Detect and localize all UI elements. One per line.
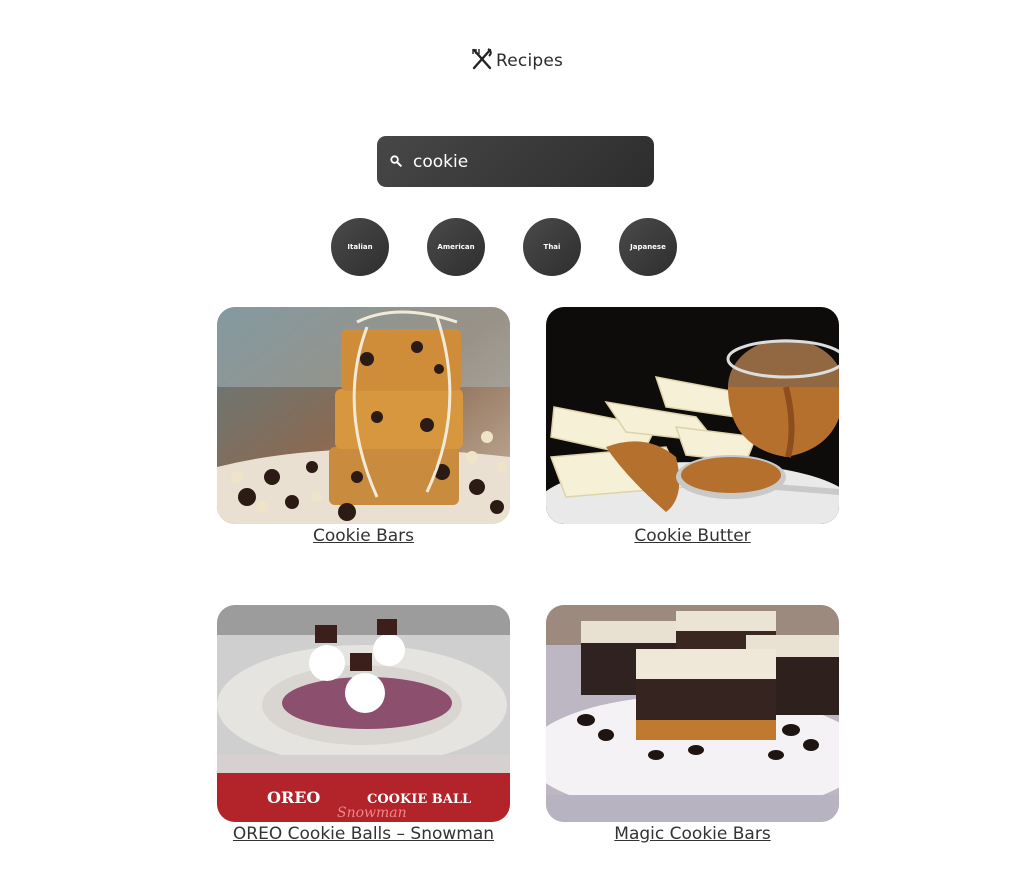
cuisine-chip-italian[interactable]: Italian bbox=[331, 218, 389, 276]
recipe-title-link[interactable]: Cookie Butter bbox=[546, 526, 839, 546]
site-title: Recipes bbox=[496, 51, 564, 71]
recipe-card[interactable]: OREO COOKIE BALL Snowman OREO Cookie Bal… bbox=[217, 605, 510, 844]
cuisine-chip-thai[interactable]: Thai bbox=[523, 218, 581, 276]
oreo-snowman-photo[interactable]: OREO COOKIE BALL Snowman bbox=[217, 605, 510, 822]
cuisine-chip-japanese[interactable]: Japanese bbox=[619, 218, 677, 276]
recipe-title-link[interactable]: Cookie Bars bbox=[217, 526, 510, 546]
site-logo[interactable]: Recipes bbox=[470, 47, 563, 75]
cookie-bars-photo[interactable] bbox=[217, 307, 510, 524]
recipe-title-link[interactable]: OREO Cookie Balls – Snowman bbox=[217, 824, 510, 844]
recipe-card[interactable]: Magic Cookie Bars bbox=[546, 605, 839, 844]
search-icon bbox=[390, 152, 402, 171]
cookie-butter-photo[interactable] bbox=[546, 307, 839, 524]
image-text-oreo: OREO bbox=[267, 788, 320, 807]
image-text-snowman: Snowman bbox=[337, 805, 407, 821]
recipe-card[interactable]: Cookie Bars bbox=[217, 307, 510, 546]
recipe-title-link[interactable]: Magic Cookie Bars bbox=[546, 824, 839, 844]
utensils-icon bbox=[470, 47, 494, 75]
search-input[interactable] bbox=[413, 151, 633, 172]
search-bar[interactable] bbox=[377, 136, 654, 187]
cuisine-chip-american[interactable]: American bbox=[427, 218, 485, 276]
magic-cookie-bars-photo[interactable] bbox=[546, 605, 839, 822]
recipe-card[interactable]: Cookie Butter bbox=[546, 307, 839, 546]
